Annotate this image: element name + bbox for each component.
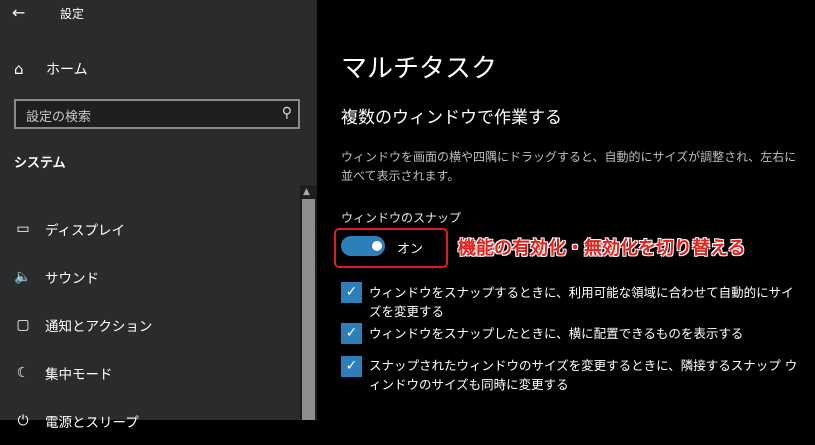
- checkbox-show-snap-assist[interactable]: ✓: [341, 323, 362, 344]
- title-bar: ← 設定: [0, 0, 317, 26]
- search-placeholder: 設定の検索: [26, 110, 92, 125]
- sidebar-item-label: 電源とスリープ: [45, 415, 139, 431]
- checkmark-icon: ✓: [345, 358, 358, 374]
- sidebar-item-label: ホーム: [46, 62, 88, 78]
- search-icon[interactable]: ⚲: [282, 105, 292, 121]
- sidebar-item-label: ディスプレイ: [45, 223, 126, 239]
- checkmark-icon: ✓: [345, 284, 358, 300]
- sidebar-item-label: 集中モード: [45, 367, 113, 383]
- moon-icon: ☾: [16, 365, 30, 381]
- checkmark-icon: ✓: [345, 325, 358, 341]
- section-description: ウィンドウを画面の横や四隅にドラッグすると、自動的にサイズが調整され、左右に並べ…: [341, 150, 797, 183]
- speaker-icon: 🔈: [14, 269, 32, 285]
- sidebar-item-home[interactable]: ⌂ ホーム: [14, 57, 88, 81]
- sidebar-nav: ▭ ディスプレイ 🔈 サウンド ▢ 通知とアクション ☾ 集中モード ⏻ 電源と…: [14, 205, 294, 445]
- snap-toggle[interactable]: [341, 236, 385, 256]
- sidebar-item-display[interactable]: ▭ ディスプレイ: [14, 205, 294, 253]
- sidebar-item-label: サウンド: [45, 271, 99, 287]
- sidebar-scrollbar[interactable]: ▲: [300, 185, 317, 420]
- sidebar-item-focus[interactable]: ☾ 集中モード: [14, 349, 294, 397]
- arrow-left-icon[interactable]: ←: [12, 3, 25, 22]
- display-icon: ▭: [16, 221, 30, 237]
- search-input[interactable]: 設定の検索 ⚲: [14, 99, 300, 129]
- checkbox-resize-adjacent[interactable]: ✓: [341, 356, 362, 377]
- section-heading: システム: [14, 156, 66, 171]
- sidebar-item-label: 通知とアクション: [45, 319, 153, 335]
- checkbox-label: ウィンドウをスナップしたときに、横に配置できるものを表示する: [369, 326, 744, 341]
- scrollbar-thumb[interactable]: [302, 199, 315, 420]
- toggle-knob: [372, 241, 382, 251]
- snap-label: ウィンドウのスナップ: [341, 211, 462, 225]
- section-subtitle: 複数のウィンドウで作業する: [341, 108, 562, 128]
- sidebar-item-notifications[interactable]: ▢ 通知とアクション: [14, 301, 294, 349]
- notification-icon: ▢: [16, 317, 30, 333]
- sidebar-item-power[interactable]: ⏻ 電源とスリープ: [14, 397, 294, 445]
- checkbox-auto-resize[interactable]: ✓: [341, 282, 362, 303]
- scroll-up-icon[interactable]: ▲: [303, 187, 310, 197]
- home-icon: ⌂: [14, 60, 24, 78]
- sidebar-item-sound[interactable]: 🔈 サウンド: [14, 253, 294, 301]
- checkbox-label: ウィンドウをスナップするときに、利用可能な領域に合わせて自動的にサイズを変更する: [369, 285, 794, 319]
- checkbox-label: スナップされたウィンドウのサイズを変更するときに、隣接するスナップ ウィンドウの…: [369, 358, 798, 392]
- app-title: 設定: [60, 7, 85, 21]
- sidebar: ← 設定 ⌂ ホーム 設定の検索 ⚲ システム ▭ ディスプレイ 🔈 サウンド …: [0, 0, 317, 431]
- power-icon: ⏻: [17, 413, 29, 429]
- page-title: マルチタスク: [341, 54, 498, 84]
- main-content: マルチタスク 複数のウィンドウで作業する ウィンドウを画面の横や四隅にドラッグす…: [317, 0, 815, 420]
- annotation-callout: 機能の有効化・無効化を切り替える: [458, 238, 746, 259]
- toggle-state-label: オン: [397, 242, 424, 257]
